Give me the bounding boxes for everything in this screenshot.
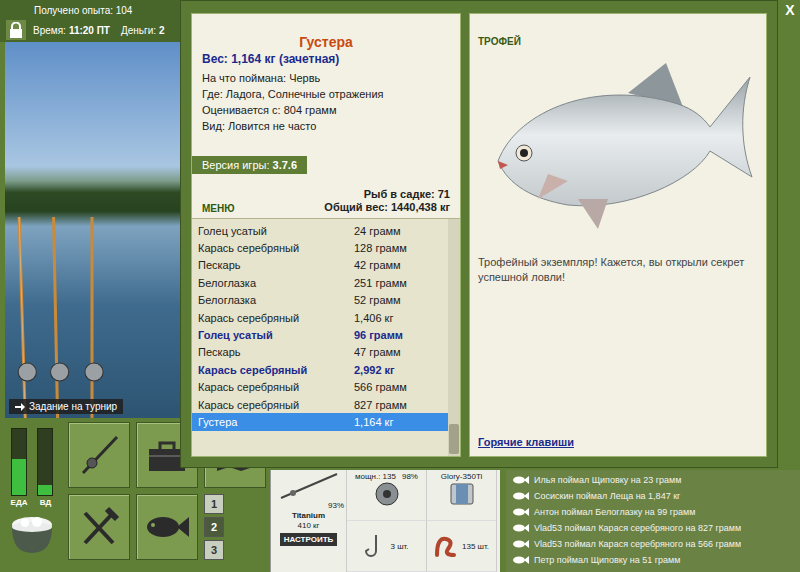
fish-name: Густера	[202, 34, 450, 50]
catch-log-entry: Vlad53 поймал Карася серебряного на 566 …	[506, 536, 800, 552]
money-label: Деньги:	[121, 25, 156, 36]
hook-icon	[364, 533, 386, 559]
trophy-message: Трофейный экземпляр! Кажется, вы открыли…	[478, 255, 758, 285]
catch-row[interactable]: Пескарь 47 грамм	[192, 344, 448, 361]
hook-slot[interactable]: 3 шт.	[347, 521, 427, 572]
catch-log-entry: Илья поймал Щиповку на 23 грамм	[506, 472, 800, 488]
setup-button[interactable]: НАСТРОИТЬ	[280, 533, 338, 546]
rod-name: Titanium	[292, 511, 325, 520]
need-meter: ВД	[37, 428, 53, 507]
rod-wear: 93%	[328, 501, 344, 510]
fish-weight: Вес: 1,164 кг (зачетная)	[202, 52, 450, 66]
fish-icon	[512, 523, 530, 533]
cutlery-icon	[77, 505, 121, 549]
spool-icon	[447, 481, 477, 507]
game-screen: Получено опыта: 104 Время: 11:20 ПТ День…	[0, 0, 800, 572]
fish-detail: Вид: Ловится не часто	[202, 118, 450, 134]
fish-icon	[143, 507, 191, 547]
tackle-panel: 93% Titanium 410 кг НАСТРОИТЬ мощн.: 135…	[270, 470, 500, 572]
need-bar	[11, 428, 27, 496]
lake-scene: Задание на турнир	[5, 42, 180, 418]
catch-list: Голец усатый 24 граммКарась серебряный 1…	[192, 219, 448, 456]
keepnet-weight: Общий вес: 1440,438 кг	[324, 201, 450, 214]
catch-row[interactable]: Голец усатый 24 грамм	[192, 222, 448, 239]
lock-icon	[9, 22, 23, 38]
bait-count: 135 шт.	[462, 542, 489, 551]
fish-icon	[512, 491, 530, 501]
fish-detail: Оценивается с: 804 грамм	[202, 102, 450, 118]
need-meter: ЕДА	[11, 428, 28, 507]
fish-icon	[512, 475, 530, 485]
catch-log-entry: Антон поймал Белоглазку на 99 грамм	[506, 504, 800, 520]
bait-slot[interactable]: 135 шт.	[427, 521, 497, 572]
rod-slot[interactable]: 1	[204, 494, 224, 514]
reel-power: мощн.: 135	[355, 472, 396, 481]
worm-icon	[434, 533, 458, 559]
catch-row[interactable]: Карась серебряный 1,406 кг	[192, 309, 448, 326]
scroll-thumb[interactable]	[449, 424, 459, 454]
fish-icon	[512, 507, 530, 517]
lock-button[interactable]	[6, 20, 26, 40]
catch-log: Илья поймал Щиповку на 23 грамм Сосискин…	[506, 470, 800, 572]
rod-icon	[279, 472, 339, 500]
catch-log-entry: Vlad53 поймал Карася серебряного на 827 …	[506, 520, 800, 536]
catch-row[interactable]: Карась серебряный 566 грамм	[192, 379, 448, 396]
time-label: Время:	[33, 25, 66, 36]
hud: Получено опыта: 104 Время: 11:20 ПТ День…	[0, 0, 180, 42]
hook-count: 3 шт.	[390, 542, 408, 551]
catch-log-entry: Сосискин поймал Леща на 1,847 кг	[506, 488, 800, 504]
catch-row[interactable]: Голец усатый 96 грамм	[192, 326, 448, 343]
pot-icon[interactable]	[7, 513, 57, 555]
catch-row[interactable]: Пескарь 42 грамм	[192, 257, 448, 274]
catch-row[interactable]: Густера 1,164 кг	[192, 413, 448, 430]
catch-row[interactable]: Карась серебряный 128 грамм	[192, 239, 448, 256]
fish-detail: На что поймана: Червь	[202, 70, 450, 86]
food-button[interactable]	[68, 494, 130, 560]
rods-icon	[5, 42, 180, 418]
reel-slot[interactable]: мощн.: 135 98%	[347, 470, 427, 521]
catch-row[interactable]: Белоглазка 52 грамм	[192, 292, 448, 309]
reel-icon	[370, 481, 404, 507]
money-value: 2	[159, 25, 165, 36]
rod-slot[interactable]: 2	[204, 517, 224, 537]
catch-row[interactable]: Карась серебряный 2,992 кг	[192, 361, 448, 378]
line-name: Glory-350Ti	[441, 472, 483, 481]
rod-weight: 410 кг	[298, 521, 320, 530]
need-bar	[37, 428, 53, 496]
fish-image	[478, 49, 758, 239]
keepnet-count: Рыб в садке: 71	[324, 188, 450, 201]
trophy-card: ТРОФЕЙ Трофейный экземпляр! Кажется, вы …	[469, 13, 767, 457]
catch-row[interactable]: Белоглазка 251 грамм	[192, 274, 448, 291]
menu-button[interactable]: МЕНЮ	[202, 203, 235, 214]
trophy-label: ТРОФЕЙ	[478, 36, 758, 47]
line-slot[interactable]: Glory-350Ti	[427, 470, 497, 521]
fish-icon	[512, 539, 530, 549]
scrollbar[interactable]	[448, 219, 460, 456]
catch-row[interactable]: Карась серебряный 827 грамм	[192, 396, 448, 413]
version-tab: Версия игры: 3.7.6	[192, 156, 307, 174]
rod-icon	[77, 433, 121, 477]
fish-detail: Где: Ладога, Солнечные отражения	[202, 86, 450, 102]
hotkeys-link[interactable]: Горячие клавиши	[478, 436, 758, 448]
rod-slot-panel[interactable]: 93% Titanium 410 кг НАСТРОИТЬ	[271, 470, 347, 572]
close-button[interactable]: X	[780, 0, 800, 20]
arrow-icon	[15, 402, 25, 412]
time-value: 11:20 ПТ	[69, 25, 110, 36]
tournament-task-button[interactable]: Задание на турнир	[9, 399, 123, 414]
catch-log-entry: Петр поймал Щиповку на 51 грамм	[506, 552, 800, 568]
reel-wear: 98%	[402, 472, 418, 481]
fish-icon	[512, 555, 530, 565]
fish-button[interactable]	[136, 494, 198, 560]
rod-button[interactable]	[68, 422, 130, 488]
experience: Получено опыта: 104	[0, 0, 180, 18]
rod-slot[interactable]: 3	[204, 540, 224, 560]
catch-dialog: Густера Вес: 1,164 кг (зачетная) На что …	[180, 0, 778, 468]
fish-info-card: Густера Вес: 1,164 кг (зачетная) На что …	[191, 13, 461, 457]
